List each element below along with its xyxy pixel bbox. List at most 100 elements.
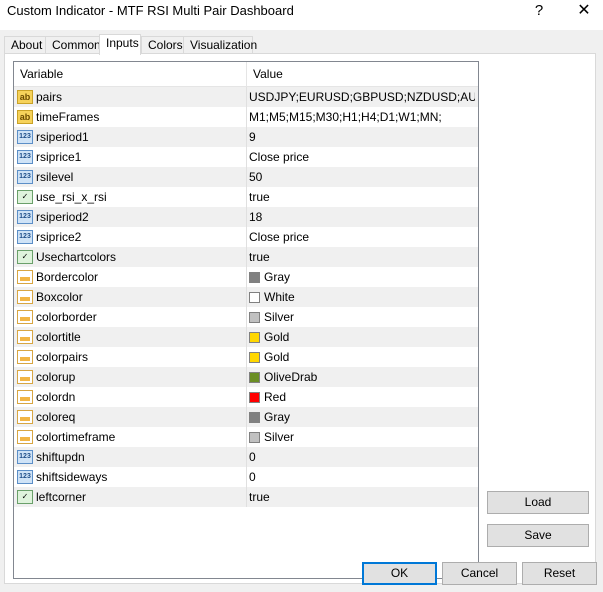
variable-name: Bordercolor	[36, 270, 99, 284]
variable-value[interactable]: 18	[249, 207, 475, 227]
column-divider	[246, 387, 247, 407]
table-row[interactable]: 123 rsiperiod2 18	[14, 207, 478, 227]
variable-value[interactable]: Close price	[249, 147, 475, 167]
variable-value[interactable]: Close price	[249, 227, 475, 247]
table-row[interactable]: colorpairs Gold	[14, 347, 478, 367]
variable-value[interactable]: true	[249, 247, 475, 267]
variable-value[interactable]: true	[249, 187, 475, 207]
color-type-icon	[17, 330, 33, 344]
column-divider	[246, 107, 247, 127]
variable-value[interactable]: OliveDrab	[249, 367, 475, 387]
help-button[interactable]: ?	[521, 0, 557, 24]
color-swatch	[249, 432, 260, 443]
cancel-button[interactable]: Cancel	[442, 562, 517, 585]
color-type-icon	[17, 270, 33, 284]
integer-type-icon: 123	[17, 150, 33, 164]
tab-common[interactable]: Common	[45, 36, 101, 53]
integer-type-icon: 123	[17, 130, 33, 144]
save-button[interactable]: Save	[487, 524, 589, 547]
variable-value[interactable]: 50	[249, 167, 475, 187]
table-row[interactable]: Boxcolor White	[14, 287, 478, 307]
table-row[interactable]: colortimeframe Silver	[14, 427, 478, 447]
column-divider	[246, 427, 247, 447]
table-row[interactable]: colortitle Gold	[14, 327, 478, 347]
table-row[interactable]: colordn Red	[14, 387, 478, 407]
reset-button[interactable]: Reset	[522, 562, 597, 585]
column-divider	[246, 447, 247, 467]
column-header-value[interactable]: Value	[246, 62, 478, 86]
variable-value[interactable]: Gray	[249, 267, 475, 287]
color-name: Gold	[264, 350, 290, 364]
column-divider	[246, 167, 247, 187]
color-name: OliveDrab	[264, 370, 318, 384]
table-row[interactable]: ✓ leftcorner true	[14, 487, 478, 507]
string-type-icon: ab	[17, 110, 33, 124]
table-row[interactable]: Bordercolor Gray	[14, 267, 478, 287]
column-divider	[246, 347, 247, 367]
variable-value[interactable]: Gray	[249, 407, 475, 427]
variable-value[interactable]: 9	[249, 127, 475, 147]
tab-inputs[interactable]: Inputs	[99, 34, 141, 55]
color-type-icon	[17, 290, 33, 304]
table-row[interactable]: 123 rsiprice1 Close price	[14, 147, 478, 167]
table-row[interactable]: coloreq Gray	[14, 407, 478, 427]
color-name: Gold	[264, 330, 290, 344]
title-bar: Custom Indicator - MTF RSI Multi Pair Da…	[0, 0, 603, 30]
color-type-icon	[17, 350, 33, 364]
table-row[interactable]: colorborder Silver	[14, 307, 478, 327]
variable-value[interactable]: Silver	[249, 307, 475, 327]
variable-value[interactable]: Silver	[249, 427, 475, 447]
column-divider	[246, 367, 247, 387]
color-type-icon	[17, 430, 33, 444]
close-button[interactable]: ✕	[566, 0, 602, 24]
column-divider	[246, 187, 247, 207]
color-name: Gray	[264, 270, 291, 284]
table-row[interactable]: ab timeFrames M1;M5;M15;M30;H1;H4;D1;W1;MN…	[14, 107, 478, 127]
variable-name: rsiprice2	[36, 230, 82, 244]
variable-name: rsiperiod2	[36, 210, 89, 224]
variable-name: colordn	[36, 390, 76, 404]
boolean-type-icon: ✓	[17, 190, 33, 204]
table-row[interactable]: ab pairs USDJPY;EURUSD;GBPUSD;NZDUSD;AUD..…	[14, 87, 478, 107]
table-row[interactable]: ✓ Usechartcolors true	[14, 247, 478, 267]
column-divider	[246, 327, 247, 347]
color-name: Silver	[264, 310, 295, 324]
variable-value[interactable]: White	[249, 287, 475, 307]
table-row[interactable]: 123 rsiprice2 Close price	[14, 227, 478, 247]
variable-value[interactable]: 0	[249, 447, 475, 467]
color-swatch	[249, 352, 260, 363]
variable-value[interactable]: Gold	[249, 347, 475, 367]
column-divider	[246, 407, 247, 427]
variable-value[interactable]: Gold	[249, 327, 475, 347]
variable-value[interactable]: USDJPY;EURUSD;GBPUSD;NZDUSD;AUD...	[249, 87, 475, 107]
ok-button[interactable]: OK	[362, 562, 437, 585]
variable-name: colortitle	[36, 330, 81, 344]
tab-visualization[interactable]: Visualization	[183, 36, 257, 53]
variable-name: shiftsideways	[36, 470, 108, 484]
table-row[interactable]: colorup OliveDrab	[14, 367, 478, 387]
string-type-icon: ab	[17, 90, 33, 104]
color-name: Silver	[264, 430, 295, 444]
color-swatch	[249, 412, 260, 423]
column-divider	[246, 127, 247, 147]
variable-value[interactable]: 0	[249, 467, 475, 487]
color-type-icon	[17, 390, 33, 404]
column-divider	[246, 487, 247, 507]
color-type-icon	[17, 310, 33, 324]
variable-value[interactable]: true	[249, 487, 475, 507]
variable-value[interactable]: M1;M5;M15;M30;H1;H4;D1;W1;MN;	[249, 107, 475, 127]
table-row[interactable]: 123 rsilevel 50	[14, 167, 478, 187]
variable-name: colorpairs	[36, 350, 89, 364]
table-row[interactable]: 123 rsiperiod1 9	[14, 127, 478, 147]
tab-about[interactable]: About	[4, 36, 46, 53]
table-row[interactable]: 123 shiftupdn 0	[14, 447, 478, 467]
tab-colors[interactable]: Colors	[141, 36, 184, 53]
variable-value[interactable]: Red	[249, 387, 475, 407]
table-row[interactable]: ✓ use_rsi_x_rsi true	[14, 187, 478, 207]
color-name: Gray	[264, 410, 291, 424]
variable-name: Usechartcolors	[36, 250, 117, 264]
table-row[interactable]: 123 shiftsideways 0	[14, 467, 478, 487]
inputs-grid[interactable]: Variable Value ab pairs USDJPY;EURUSD;GBPU…	[13, 61, 479, 579]
column-header-variable[interactable]: Variable	[14, 62, 246, 86]
load-button[interactable]: Load	[487, 491, 589, 514]
